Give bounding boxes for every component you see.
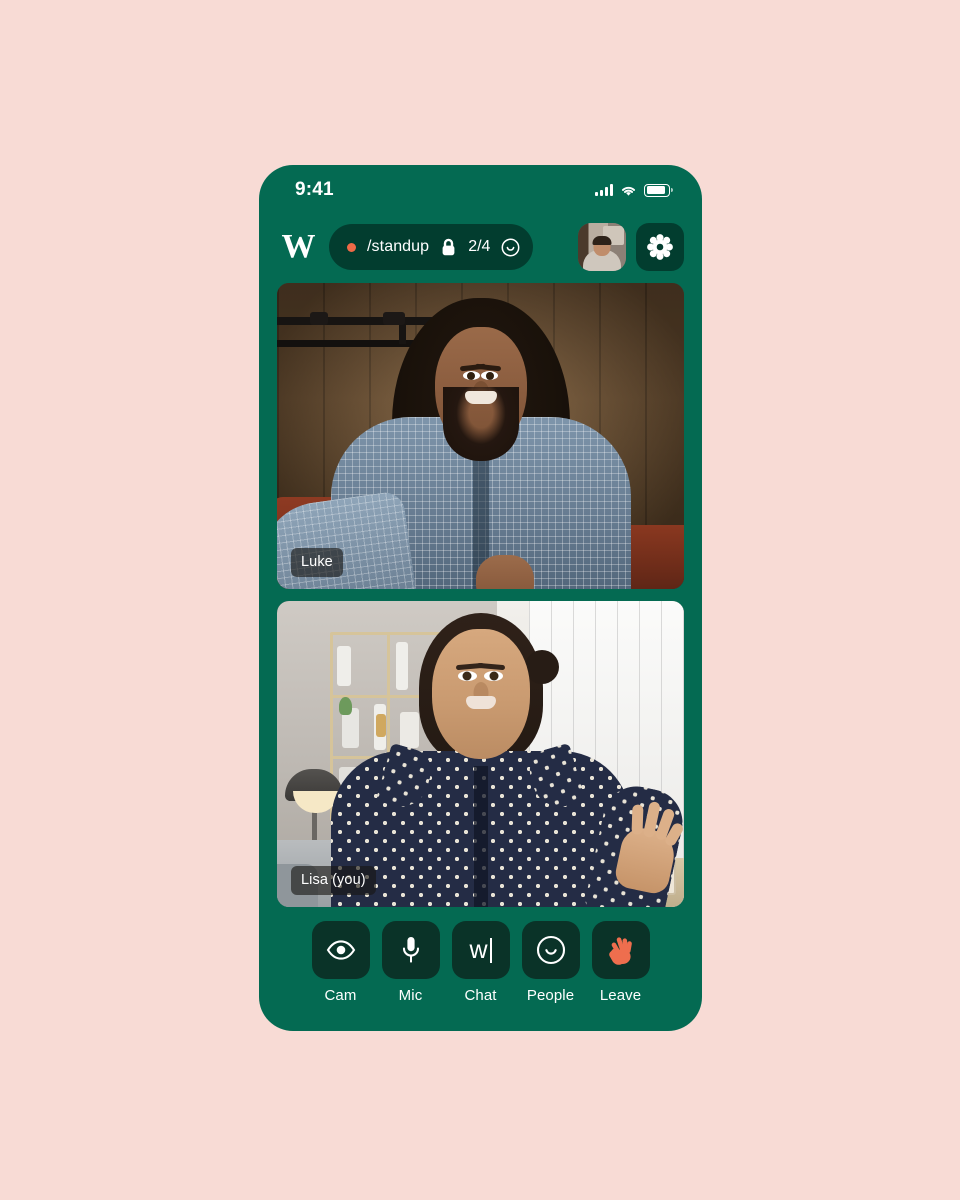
w-cursor-icon: w <box>469 937 492 963</box>
video-tile-luke[interactable]: Luke <box>277 283 684 589</box>
screen-canvas: 9:41 W /standup 2/4 Luke Lisa (you) Cam … <box>0 0 960 1200</box>
participant-name-label: Luke <box>291 547 343 577</box>
leave-button-label: Leave <box>599 987 642 1004</box>
wifi-icon <box>621 186 636 196</box>
cam-button-box[interactable] <box>311 921 370 979</box>
self-avatar[interactable] <box>578 223 626 271</box>
video-grid: Luke Lisa (you) <box>259 283 702 907</box>
microphone-icon <box>402 937 419 963</box>
leave-button[interactable]: Leave <box>591 921 650 1004</box>
chat-button-box[interactable]: w <box>451 921 510 979</box>
cam-button[interactable]: Cam <box>311 921 370 1004</box>
call-controls-bar: Cam Mic w Chat People Leave <box>259 907 702 1031</box>
eye-icon <box>326 940 355 960</box>
video-tile-lisa[interactable]: Lisa (you) <box>277 601 684 907</box>
recording-dot <box>347 242 356 252</box>
settings-button[interactable] <box>636 223 684 271</box>
smiley-face-icon <box>536 935 565 965</box>
people-button[interactable]: People <box>521 921 580 1004</box>
battery-icon <box>644 183 673 197</box>
status-icons <box>595 183 673 197</box>
participant-name-label: Lisa (you) <box>291 865 376 895</box>
mic-button[interactable]: Mic <box>381 921 440 1004</box>
chat-button-label: Chat <box>464 987 497 1004</box>
gear-icon <box>647 234 673 260</box>
people-button-label: People <box>526 987 575 1004</box>
video-feed-luke <box>277 283 684 589</box>
phone-frame: 9:41 W /standup 2/4 Luke Lisa (you) Cam … <box>259 165 702 1031</box>
leave-button-box[interactable] <box>591 921 650 979</box>
chat-button[interactable]: w Chat <box>451 921 510 1004</box>
smiley-face-icon[interactable] <box>501 238 520 257</box>
mic-button-label: Mic <box>398 987 423 1004</box>
cam-button-label: Cam <box>324 987 357 1004</box>
mic-button-box[interactable] <box>381 921 440 979</box>
waving-hand-icon <box>608 937 632 965</box>
participant-count: 2/4 <box>468 238 491 255</box>
status-bar: 9:41 <box>259 165 702 211</box>
cellular-signal-icon <box>595 184 613 196</box>
room-status-pill[interactable]: /standup 2/4 <box>329 224 533 270</box>
app-header: W /standup 2/4 <box>259 211 702 283</box>
status-time: 9:41 <box>295 179 334 200</box>
lock-icon <box>440 237 457 257</box>
room-name: /standup <box>367 238 430 255</box>
people-button-box[interactable] <box>521 921 580 979</box>
wherebly-logo[interactable]: W <box>277 226 319 268</box>
video-feed-lisa <box>277 601 684 907</box>
